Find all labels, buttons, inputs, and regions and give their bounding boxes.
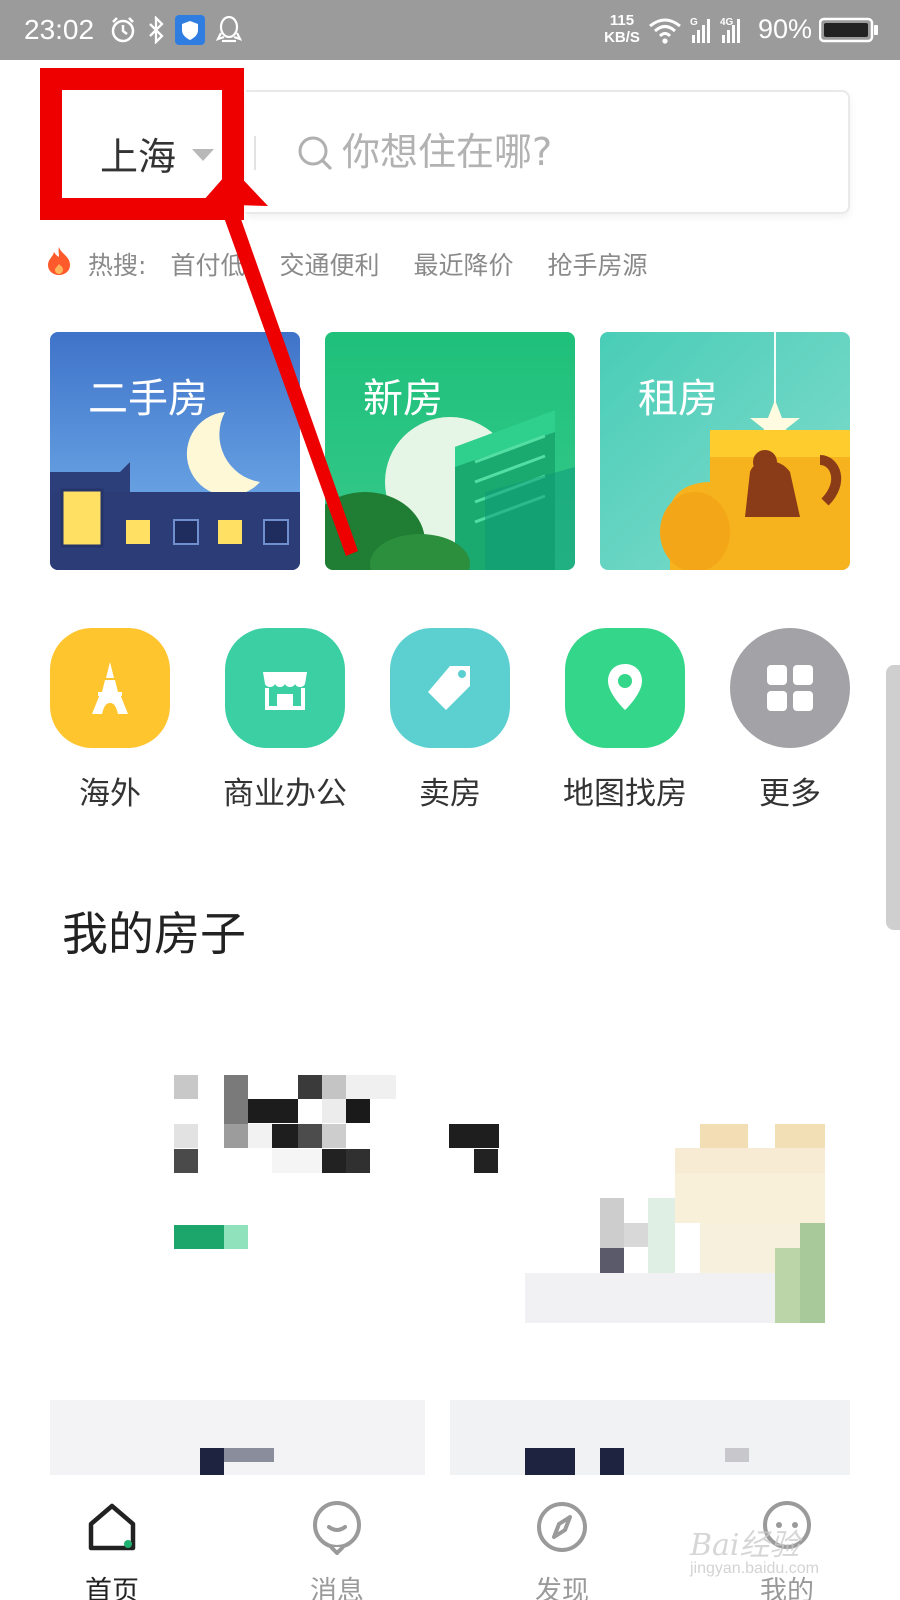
quick-link-label: 更多 — [759, 776, 821, 812]
nav-label: 首页 — [85, 1576, 139, 1600]
card-title: 新房 — [363, 376, 443, 422]
home-icon — [52, 1497, 172, 1557]
watermark-logo: Bai经验 — [690, 1528, 800, 1563]
nav-home[interactable]: 首页 — [52, 1497, 172, 1600]
nav-label: 发现 — [535, 1576, 589, 1600]
my-house-title: 我的房子 — [62, 907, 246, 961]
eiffel-tower-icon — [50, 628, 170, 748]
side-drawer-handle[interactable] — [886, 665, 900, 930]
card-title: 二手房 — [88, 376, 208, 422]
message-icon — [277, 1497, 397, 1557]
quick-link-commercial[interactable]: 商业办公 — [215, 628, 355, 813]
quick-link-label: 海外 — [79, 776, 141, 812]
nav-messages[interactable]: 消息 — [277, 1497, 397, 1600]
nav-label: 消息 — [310, 1576, 364, 1600]
shop-icon — [225, 628, 345, 748]
map-pin-icon — [565, 628, 685, 748]
quick-link-overseas[interactable]: 海外 — [40, 628, 180, 813]
quick-link-more[interactable]: 更多 — [720, 628, 860, 813]
grid-icon — [730, 628, 850, 748]
quick-link-sell[interactable]: 卖房 — [380, 628, 520, 813]
annotation-arrow — [188, 168, 358, 556]
nav-discover[interactable]: 发现 — [502, 1497, 622, 1600]
price-tag-icon — [390, 628, 510, 748]
compass-icon — [502, 1497, 622, 1557]
quick-link-label: 商业办公 — [223, 776, 347, 812]
card-title: 租房 — [638, 376, 718, 422]
watermark-url: jingyan.baidu.com — [690, 1560, 819, 1577]
quick-link-map[interactable]: 地图找房 — [555, 628, 695, 813]
quick-link-label: 卖房 — [419, 776, 481, 812]
quick-link-label: 地图找房 — [563, 776, 687, 812]
